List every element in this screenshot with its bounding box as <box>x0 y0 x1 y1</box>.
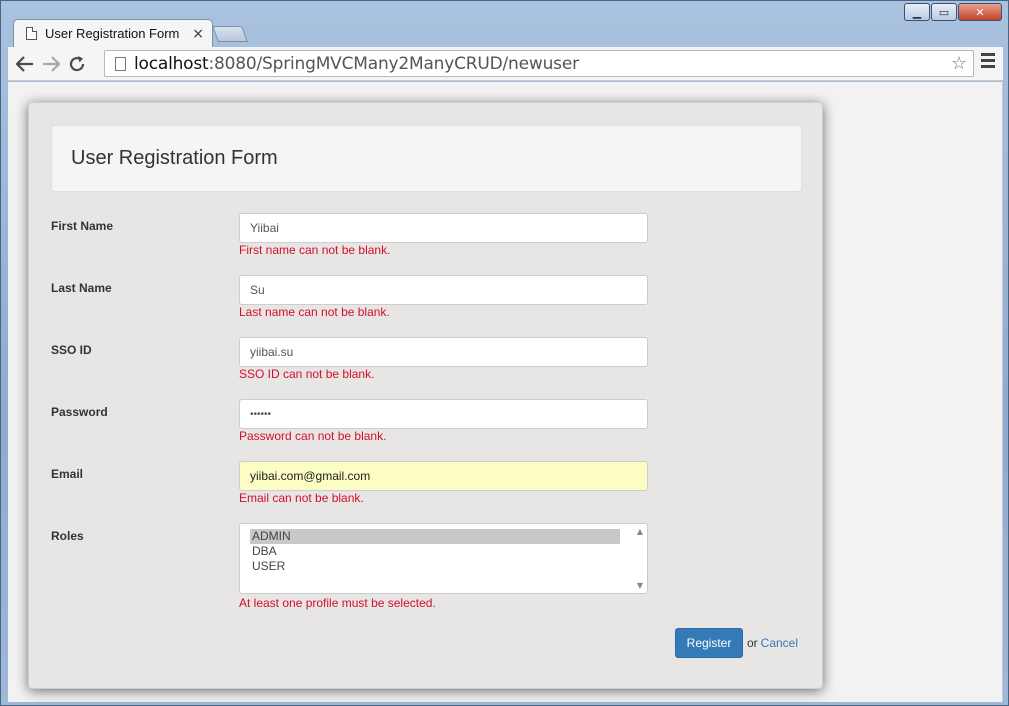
first-name-error: First name can not be blank. <box>239 243 391 257</box>
address-bar[interactable]: localhost:8080/SpringMVCMany2ManyCRUD/ne… <box>104 50 974 77</box>
tab-close-icon[interactable]: × <box>192 26 204 42</box>
menu-icon[interactable] <box>981 53 995 71</box>
password-input[interactable] <box>239 399 648 429</box>
first-name-label: First Name <box>51 219 114 233</box>
roles-label: Roles <box>51 529 84 543</box>
role-option-admin[interactable]: ADMIN <box>250 529 620 544</box>
last-name-input[interactable] <box>239 275 648 305</box>
roles-select[interactable]: ADMIN DBA USER ▲ ▼ <box>239 523 648 594</box>
browser-toolbar: localhost:8080/SpringMVCMany2ManyCRUD/ne… <box>8 47 1003 81</box>
roles-error: At least one profile must be selected. <box>239 596 436 610</box>
first-name-input[interactable] <box>239 213 648 243</box>
page-viewport: User Registration Form First Name First … <box>8 82 1003 702</box>
or-text: or <box>747 636 758 650</box>
registration-panel: User Registration Form First Name First … <box>28 102 823 689</box>
back-arrow-icon[interactable] <box>12 51 38 77</box>
reload-icon[interactable] <box>64 51 90 77</box>
role-option-dba[interactable]: DBA <box>250 544 620 559</box>
form-actions: Register or Cancel <box>675 628 798 658</box>
sso-id-error: SSO ID can not be blank. <box>239 367 375 381</box>
register-button[interactable]: Register <box>675 628 743 658</box>
tab-title: User Registration Form <box>45 26 180 41</box>
bookmark-star-icon[interactable]: ☆ <box>951 53 967 74</box>
new-tab-button[interactable] <box>212 26 248 42</box>
email-input[interactable] <box>239 461 648 491</box>
window-controls: ▁ ▭ ✕ <box>904 3 1002 21</box>
page-title: User Registration Form <box>71 147 278 169</box>
page-icon <box>26 27 37 40</box>
page-icon <box>115 56 126 71</box>
last-name-error: Last name can not be blank. <box>239 305 390 319</box>
browser-tab[interactable]: User Registration Form × <box>13 19 213 47</box>
last-name-row: Last Name Last name can not be blank. <box>51 275 802 333</box>
first-name-row: First Name First name can not be blank. <box>51 213 802 271</box>
panel-heading: User Registration Form <box>51 125 802 192</box>
forward-arrow-icon[interactable] <box>38 51 64 77</box>
email-error: Email can not be blank. <box>239 491 364 505</box>
cancel-link[interactable]: Cancel <box>761 636 798 650</box>
role-option-user[interactable]: USER <box>250 559 620 574</box>
sso-id-row: SSO ID SSO ID can not be blank. <box>51 337 802 395</box>
password-label: Password <box>51 405 108 419</box>
email-label: Email <box>51 467 84 481</box>
scroll-down-icon[interactable]: ▼ <box>637 581 643 590</box>
browser-window: ▁ ▭ ✕ User Registration Form × localhost… <box>0 0 1009 706</box>
sso-id-label: SSO ID <box>51 343 92 357</box>
password-error: Password can not be blank. <box>239 429 387 443</box>
sso-id-input[interactable] <box>239 337 648 367</box>
close-window-icon[interactable]: ✕ <box>958 3 1002 21</box>
maximize-icon[interactable]: ▭ <box>931 3 957 21</box>
minimize-icon[interactable]: ▁ <box>904 3 930 21</box>
roles-row: Roles ADMIN DBA USER ▲ ▼ At least one pr… <box>51 523 802 613</box>
last-name-label: Last Name <box>51 281 112 295</box>
password-row: Password Password can not be blank. <box>51 399 802 457</box>
url-text: localhost:8080/SpringMVCMany2ManyCRUD/ne… <box>134 53 579 74</box>
scroll-up-icon[interactable]: ▲ <box>637 527 643 536</box>
email-row: Email Email can not be blank. <box>51 461 802 519</box>
